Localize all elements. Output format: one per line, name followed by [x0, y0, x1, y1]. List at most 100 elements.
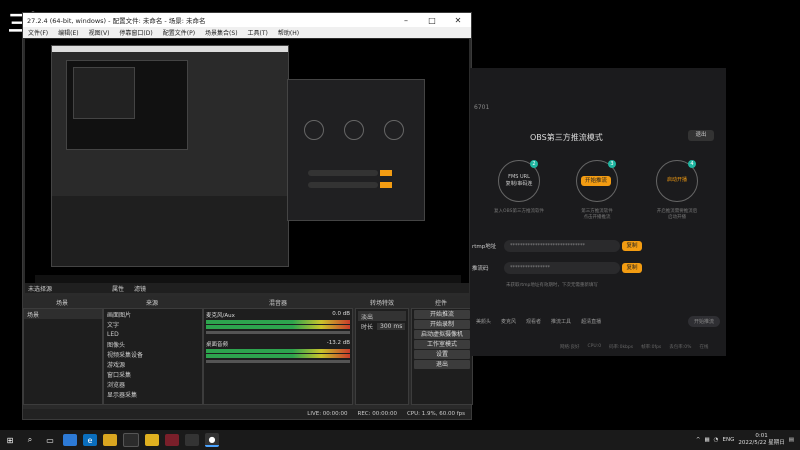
obs-taskbar-icon[interactable]: ● [205, 433, 219, 447]
tool-item[interactable]: 麦克风 [501, 318, 516, 325]
step-start-button[interactable]: 开始推流 [581, 176, 611, 186]
clock-date: 2022/5/22 星期日 [738, 440, 785, 446]
mixer-db-value: -13.2 dB [326, 340, 350, 346]
rtmp-field[interactable]: ****************************** [504, 240, 620, 252]
exit-button[interactable]: 退出 [414, 360, 470, 369]
scenes-dock: 场景 [23, 308, 103, 405]
source-item[interactable]: 浏览器 [104, 379, 202, 389]
menu-scene-collection[interactable]: 场景集合(S) [200, 28, 243, 37]
mixer-db-value: 0.0 dB [332, 311, 350, 317]
panel-toolbar: 美颜头 麦克风 观看者 推流工具 超清直播 开始推流 [470, 308, 726, 334]
nested-panel-capture [287, 79, 425, 221]
mixer-channel-name: 桌面音频 [206, 342, 229, 348]
network-icon[interactable]: ▦ [704, 437, 709, 443]
sources-dock: 画面图片 文字 LED 图像头 视频采集设备 游戏源 窗口采集 浏览器 显示器采… [103, 308, 203, 405]
source-item[interactable]: 文字 [104, 319, 202, 329]
duration-input[interactable]: 300 ms [377, 322, 406, 330]
panel-start-button[interactable]: 开始推流 [687, 315, 720, 327]
transitions-dock: 淡出 时长 300 ms [355, 308, 409, 405]
stream-key-field[interactable]: **************** [504, 262, 620, 274]
tool-item[interactable]: 推流工具 [551, 318, 571, 325]
menu-profile[interactable]: 配置文件(P) [158, 28, 200, 37]
mixer-dock: 麦克风/Aux 0.0 dB 桌面音频 -13.2 dB [203, 308, 353, 405]
status-item: 在线 [699, 345, 709, 350]
live-status: LIVE: 00:00:00 [307, 411, 348, 417]
step-number: 3 [608, 160, 616, 168]
volume-meter [206, 354, 350, 358]
search-icon[interactable]: ⌕ [23, 434, 37, 446]
mode-title: OBS第三方推流模式 [530, 133, 603, 142]
status-item: 码率:0kbps [609, 345, 634, 350]
task-view-icon[interactable]: ▭ [43, 434, 57, 446]
no-source-label: 未选择源 [28, 285, 53, 293]
clock[interactable]: 0:01 2022/5/22 星期日 [738, 433, 784, 447]
mixer-channel-mic: 麦克风/Aux 0.0 dB [206, 311, 350, 334]
settings-button[interactable]: 设置 [414, 350, 470, 359]
mixer-channel-name: 麦克风/Aux [206, 313, 235, 319]
menu-file[interactable]: 文件(F) [23, 28, 53, 37]
menu-view[interactable]: 视图(V) [84, 28, 115, 37]
source-item[interactable]: LED [104, 329, 202, 339]
menu-edit[interactable]: 编辑(E) [53, 28, 83, 37]
field-note: 未获取rtmp地址有效期时，下次无需重新填写 [506, 283, 598, 288]
step-desc: 开启推流需要推流后 启动开播 [656, 209, 698, 220]
source-item[interactable]: 画面图片 [104, 309, 202, 319]
tool-item[interactable]: 超清直播 [581, 318, 601, 325]
properties-button[interactable]: 属性 [112, 284, 124, 293]
close-icon[interactable]: ✕ [445, 16, 471, 25]
app-icon[interactable] [165, 434, 179, 446]
step-label: 启动开播 [666, 177, 687, 183]
tool-item[interactable]: 观看者 [526, 318, 541, 325]
app-icon[interactable] [63, 434, 77, 446]
source-item[interactable]: 图像头 [104, 339, 202, 349]
exit-mode-button[interactable]: 退出 [688, 130, 714, 141]
notification-icon[interactable]: ▤ [789, 437, 794, 443]
volume-slider[interactable] [206, 331, 350, 334]
source-item[interactable]: 窗口采集 [104, 369, 202, 379]
source-item[interactable]: 游戏源 [104, 359, 202, 369]
mixer-channel-desktop: 桌面音频 -13.2 dB [206, 340, 350, 363]
app-icon[interactable] [185, 434, 199, 446]
start-streaming-button[interactable]: 开始推流 [414, 310, 470, 319]
tool-item[interactable]: 美颜头 [476, 318, 491, 325]
sources-dock-title: 来源 [145, 300, 158, 307]
copy-key-button[interactable]: 复制 [622, 263, 642, 273]
maximize-icon[interactable]: □ [419, 16, 445, 25]
start-icon[interactable]: ⊞ [3, 434, 17, 446]
step-number: 2 [530, 160, 538, 168]
copy-rtmp-button[interactable]: 复制 [622, 241, 642, 251]
studio-mode-button[interactable]: 工作室模式 [414, 340, 470, 349]
language-indicator[interactable]: ENG [722, 437, 734, 443]
menu-help[interactable]: 帮助(H) [273, 28, 304, 37]
obs-window: 27.2.4 (64-bit, windows) - 配置文件: 未命名 - 场… [22, 12, 473, 420]
transition-select[interactable]: 淡出 [358, 311, 406, 321]
filters-button[interactable]: 滤镜 [134, 284, 146, 293]
obs-titlebar: 27.2.4 (64-bit, windows) - 配置文件: 未命名 - 场… [23, 13, 471, 27]
source-item[interactable]: 显示器采集 [104, 389, 202, 399]
app-icon[interactable] [123, 433, 139, 447]
status-item: 网络:良好 [560, 345, 580, 350]
chevron-up-icon[interactable]: ^ [696, 437, 701, 443]
room-id: 6701 [474, 104, 490, 111]
step-label: FMS URL 复制/串码连 [505, 174, 533, 187]
minimize-icon[interactable]: – [393, 16, 419, 25]
streaming-panel: 6701 OBS第三方推流模式 退出 2 FMS URL 复制/串码连 3 开始… [470, 68, 726, 356]
nested-obs-capture [51, 45, 289, 267]
obs-menubar: 文件(F) 编辑(E) 视图(V) 停靠窗口(D) 配置文件(P) 场景集合(S… [23, 27, 471, 38]
source-item[interactable]: 视频采集设备 [104, 349, 202, 359]
menu-docks[interactable]: 停靠窗口(D) [114, 28, 157, 37]
obs-preview[interactable] [25, 39, 469, 291]
scenes-dock-title: 场景 [55, 300, 68, 307]
app-icon[interactable] [145, 434, 159, 446]
transition-duration: 时长 300 ms [358, 321, 406, 331]
volume-slider[interactable] [206, 360, 350, 363]
folder-icon[interactable] [103, 434, 117, 446]
edge-icon[interactable]: e [83, 434, 97, 446]
scene-item[interactable]: 场景 [24, 309, 102, 319]
volume-icon[interactable]: ◔ [714, 437, 719, 443]
virtual-camera-button[interactable]: 启动虚拟摄像机 [414, 330, 470, 339]
start-recording-button[interactable]: 开始录制 [414, 320, 470, 329]
menu-tools[interactable]: 工具(T) [243, 28, 273, 37]
volume-meter [206, 325, 350, 329]
step-number: 4 [688, 160, 696, 168]
